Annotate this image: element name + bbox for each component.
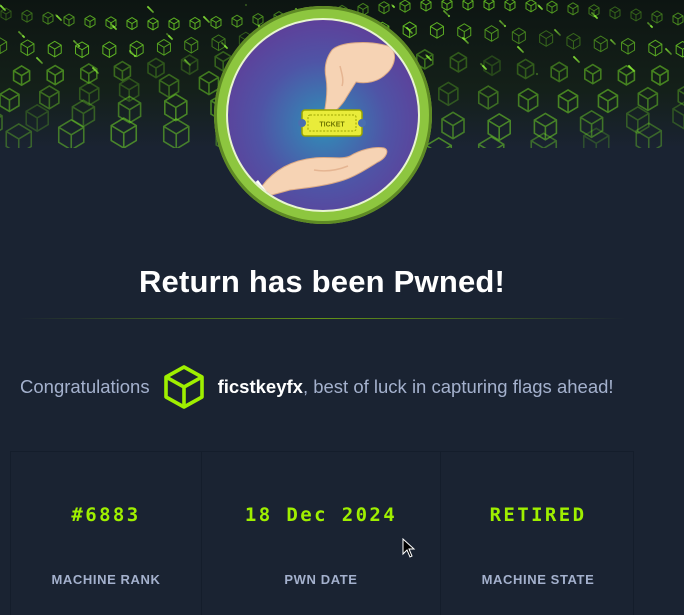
avatar-image: TICKET: [226, 18, 420, 212]
congrats-suffix: , best of luck in capturing flags ahead!: [302, 376, 614, 397]
username-link[interactable]: ficstkeyfx: [218, 376, 303, 398]
pwned-page: TICKET Return has been Pwned! Congratula…: [0, 0, 684, 615]
stat-machine-rank: #6883 MACHINE RANK: [11, 452, 202, 615]
congrats-message: Congratulations ficstkeyfx , best of luc…: [20, 364, 614, 410]
congrats-prefix: Congratulations: [20, 376, 150, 397]
stat-machine-state: RETIRED MACHINE STATE: [441, 452, 635, 615]
machine-avatar: TICKET: [214, 6, 432, 224]
stat-pwn-date: 18 Dec 2024 PWN DATE: [202, 452, 441, 615]
stat-value: 18 Dec 2024: [244, 504, 398, 526]
divider: [18, 318, 626, 319]
ticket-label: TICKET: [319, 122, 345, 129]
stats-grid: #6883 MACHINE RANK 18 Dec 2024 PWN DATE …: [10, 451, 634, 615]
stat-label: MACHINE RANK: [51, 572, 161, 587]
stat-value: RETIRED: [489, 504, 587, 526]
stat-label: PWN DATE: [284, 572, 358, 587]
ticket-handover-icon: TICKET: [238, 42, 395, 210]
stat-value: #6883: [71, 504, 141, 526]
cube-icon: [163, 365, 204, 409]
page-title: Return has been Pwned!: [138, 264, 506, 299]
stat-label: MACHINE STATE: [481, 572, 595, 587]
mouse-cursor-icon: [402, 538, 416, 558]
